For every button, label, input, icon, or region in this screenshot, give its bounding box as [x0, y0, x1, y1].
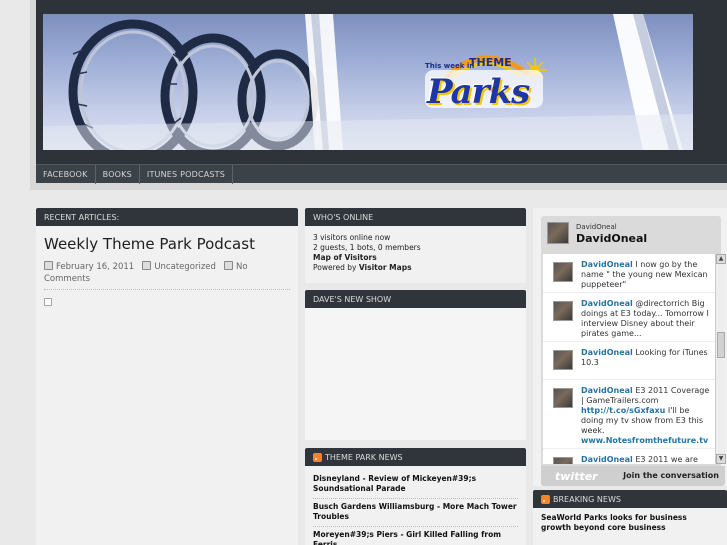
- tweet: DavidOneal E3 2011 we are making our tv …: [543, 449, 715, 464]
- twitter-footer: twitter Join the conversation: [541, 466, 725, 486]
- tweet: DavidOneal @directorrich Big doings at E…: [543, 293, 715, 342]
- article-category[interactable]: Uncategorized: [154, 262, 216, 272]
- folder-icon: [142, 261, 152, 270]
- breaking-news-heading: BREAKING NEWS: [553, 494, 621, 504]
- map-of-visitors-link[interactable]: Map of Visitors: [313, 253, 377, 262]
- tweet-list: DavidOneal I now go by the name " the yo…: [543, 254, 715, 464]
- tweet-avatar[interactable]: [553, 301, 573, 321]
- daves-new-show-heading: DAVE'S NEW SHOW: [305, 290, 526, 308]
- rss-icon[interactable]: [541, 494, 550, 504]
- tweet-user[interactable]: DavidOneal: [581, 260, 633, 269]
- twitter-panel: DavidOneal DavidOneal DavidOneal I now g…: [533, 208, 727, 486]
- theme-park-news-heading: THEME PARK NEWS: [325, 452, 403, 462]
- news-item[interactable]: Disneyland - Review of Mickeyen#39;s Sou…: [313, 471, 518, 499]
- twitter-logo[interactable]: twitter: [555, 470, 598, 483]
- logo-parks-text: Parks: [427, 72, 530, 112]
- article-date: February 16, 2011: [56, 262, 135, 272]
- tweet-avatar[interactable]: [553, 350, 573, 370]
- scroll-down-icon[interactable]: ▼: [716, 454, 726, 464]
- article-title[interactable]: Weekly Theme Park Podcast: [44, 235, 298, 253]
- join-conversation-link[interactable]: Join the conversation: [623, 471, 719, 480]
- breaking-news-panel: BREAKING NEWS SeaWorld Parks looks for b…: [533, 490, 727, 545]
- tweet-link[interactable]: www.Notesfromthefuture.tv: [581, 436, 708, 445]
- tweet: DavidOneal E3 2011 Coverage | GameTraile…: [543, 380, 715, 449]
- roller-coaster-illustration: [43, 14, 693, 150]
- tweet-avatar[interactable]: [553, 457, 573, 464]
- tweet-link[interactable]: http://t.co/sGxfaxu: [581, 406, 665, 415]
- theme-park-news-panel: THEME PARK NEWS Disneyland - Review of M…: [305, 448, 526, 545]
- scrollbar-thumb[interactable]: [717, 332, 725, 358]
- news-item[interactable]: Busch Gardens Williamsburg - More Mach T…: [313, 499, 518, 527]
- main-nav: FACEBOOK BOOKS ITUNES PODCASTS: [36, 164, 727, 184]
- news-item[interactable]: Moreyen#39;s Piers - Girl Killed Falling…: [313, 527, 518, 545]
- calendar-icon: [44, 261, 53, 270]
- theme-park-news-header: THEME PARK NEWS: [305, 448, 526, 466]
- twitter-avatar[interactable]: [547, 222, 569, 244]
- twitter-widget: DavidOneal DavidOneal DavidOneal I now g…: [541, 216, 726, 486]
- article-meta: February 16, 2011 Uncategorized No Comme…: [44, 261, 290, 290]
- twitter-handle[interactable]: DavidOneal: [576, 232, 647, 245]
- twitter-handle-small[interactable]: DavidOneal: [576, 223, 617, 231]
- comment-icon: [224, 261, 234, 270]
- broken-image-icon: [44, 298, 52, 306]
- tweet-user[interactable]: DavidOneal: [581, 299, 633, 308]
- daves-new-show-panel: DAVE'S NEW SHOW: [305, 290, 526, 440]
- powered-by-label: Powered by: [313, 263, 359, 272]
- breaking-news-item[interactable]: SeaWorld Parks looks for business growth…: [533, 508, 727, 538]
- whos-online-panel: WHO'S ONLINE 3 visitors online now 2 gue…: [305, 208, 526, 283]
- site-header: This week in THEME Parks FACEBOOK BOOKS …: [36, 0, 727, 184]
- tweet: DavidOneal I now go by the name " the yo…: [543, 254, 715, 293]
- nav-facebook[interactable]: FACEBOOK: [36, 165, 96, 184]
- tweet-avatar[interactable]: [553, 262, 573, 282]
- logo-small-text: This week in: [425, 62, 475, 70]
- right-column: DavidOneal DavidOneal DavidOneal I now g…: [533, 208, 727, 545]
- logo-theme-text: THEME: [469, 56, 512, 69]
- scroll-up-icon[interactable]: ▲: [716, 254, 726, 264]
- tweet-avatar[interactable]: [553, 388, 573, 408]
- site-logo[interactable]: This week in THEME Parks: [423, 44, 548, 116]
- rss-icon[interactable]: [313, 452, 322, 462]
- tweet-scrollbar[interactable]: ▲ ▼: [715, 254, 726, 464]
- show-video-area[interactable]: [305, 308, 526, 440]
- tweet-user[interactable]: DavidOneal: [581, 386, 633, 395]
- tweet-user[interactable]: DavidOneal: [581, 348, 633, 357]
- tweet: DavidOneal Looking for iTunes 10.3: [543, 342, 715, 380]
- whos-online-heading: WHO'S ONLINE: [305, 208, 526, 226]
- middle-column: WHO'S ONLINE 3 visitors online now 2 gue…: [305, 208, 526, 545]
- tweet-user[interactable]: DavidOneal: [581, 455, 633, 464]
- visitor-maps-link[interactable]: Visitor Maps: [359, 263, 412, 272]
- nav-itunes-podcasts[interactable]: ITUNES PODCASTS: [140, 165, 234, 184]
- recent-articles-heading: RECENT ARTICLES:: [36, 208, 298, 226]
- breaking-news-header: BREAKING NEWS: [533, 490, 727, 508]
- guests-bots-members: 2 guests, 1 bots, 0 members: [313, 243, 421, 252]
- nav-books[interactable]: BOOKS: [96, 165, 140, 184]
- recent-articles-panel: RECENT ARTICLES: Weekly Theme Park Podca…: [36, 208, 298, 545]
- header-banner: This week in THEME Parks: [43, 14, 693, 150]
- visitors-online: 3 visitors online now: [313, 233, 391, 242]
